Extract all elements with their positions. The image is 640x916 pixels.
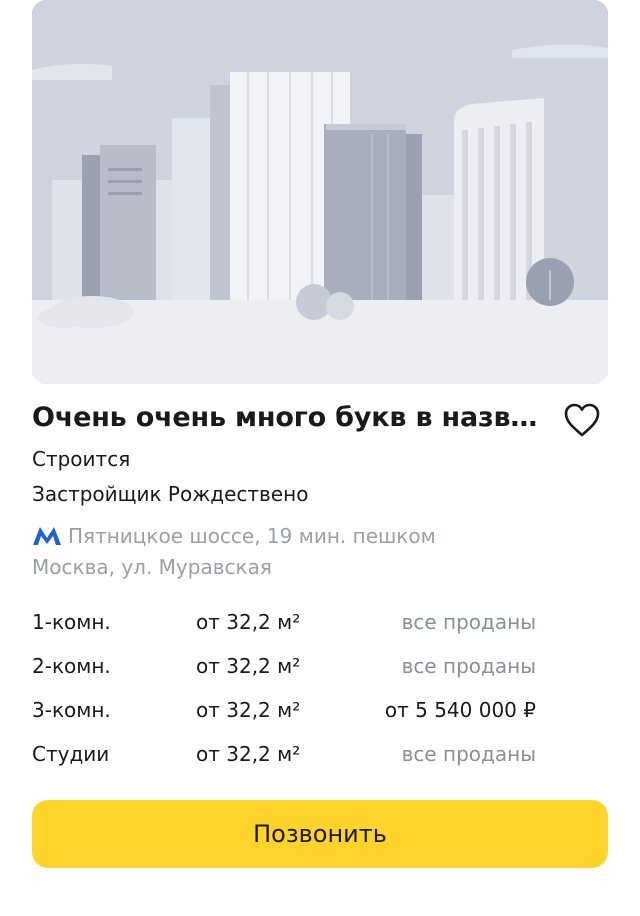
room-area: от 32,2 м² <box>196 742 301 766</box>
developer-link[interactable]: Застройщик Рождествено <box>32 482 308 506</box>
listing-title[interactable]: Очень очень много букв в назва... <box>32 402 552 433</box>
room-price: все проданы <box>401 610 536 634</box>
metro-text: Пятницкое шоссе, 19 мин. пешком <box>68 524 436 548</box>
room-price: все проданы <box>401 654 536 678</box>
heart-outline-icon <box>564 403 600 437</box>
rooms-table: 1-комн. от 32,2 м² все проданы 2-комн. о… <box>32 600 608 776</box>
room-row[interactable]: Студии от 32,2 м² все проданы <box>32 732 608 776</box>
room-type: 2-комн. <box>32 654 111 678</box>
room-type: 1-комн. <box>32 610 111 634</box>
room-area: от 32,2 м² <box>196 654 301 678</box>
room-area: от 32,2 м² <box>196 610 301 634</box>
call-button[interactable]: Позвонить <box>32 800 608 868</box>
building-card[interactable]: Очень очень много букв в назва... Строит… <box>0 0 640 916</box>
room-type: 3-комн. <box>32 698 111 722</box>
building-image-placeholder[interactable] <box>32 0 608 384</box>
favorite-button[interactable] <box>560 398 604 442</box>
room-row[interactable]: 2-комн. от 32,2 м² все проданы <box>32 644 608 688</box>
title-row: Очень очень много букв в назва... <box>32 398 608 446</box>
room-price: от 5 540 000 ₽ <box>384 698 536 722</box>
room-type: Студии <box>32 742 110 766</box>
room-area: от 32,2 м² <box>196 698 301 722</box>
construction-status: Строится <box>32 447 131 471</box>
city-illustration <box>32 0 608 384</box>
address: Москва, ул. Муравская <box>32 555 272 579</box>
room-price: все проданы <box>401 742 536 766</box>
room-row[interactable]: 1-комн. от 32,2 м² все проданы <box>32 600 608 644</box>
metro-info: Пятницкое шоссе, 19 мин. пешком <box>32 524 436 548</box>
room-row[interactable]: 3-комн. от 32,2 м² от 5 540 000 ₽ <box>32 688 608 732</box>
metro-m-icon <box>33 527 61 545</box>
